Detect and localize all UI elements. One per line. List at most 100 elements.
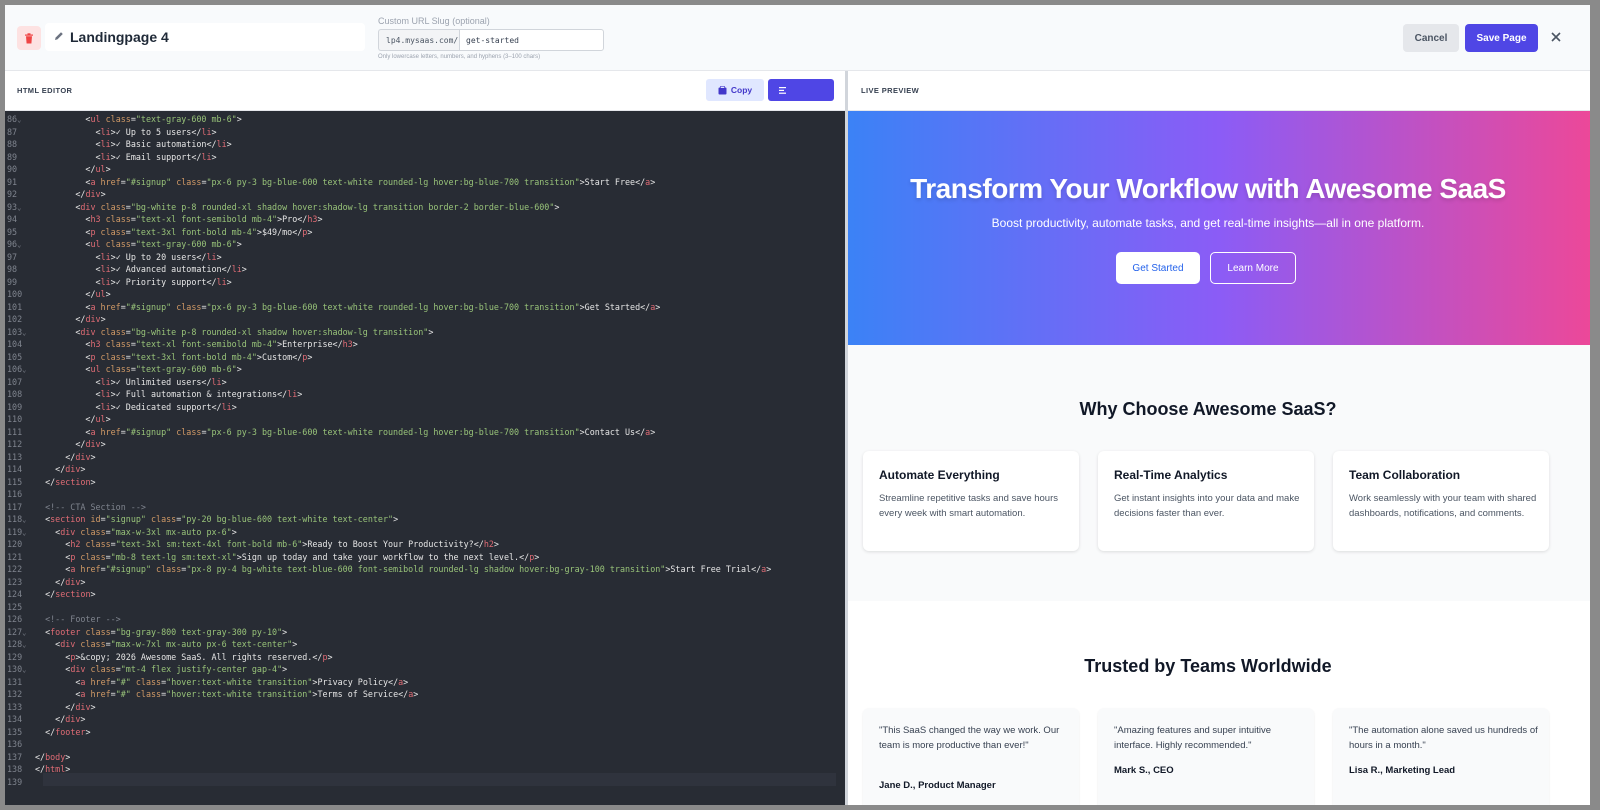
code-line[interactable]: 90 </ul>	[5, 163, 845, 176]
code-line[interactable]: 125	[5, 601, 845, 614]
code-line[interactable]: 94 <h3 class="text-xl font-semibold mb-4…	[5, 213, 845, 226]
code-line[interactable]: 99 <li>✓ Priority support</li>	[5, 276, 845, 289]
code-line[interactable]: 107 <li>✓ Unlimited users</li>	[5, 376, 845, 389]
code-line[interactable]: 127⌄ <footer class="bg-gray-800 text-gra…	[5, 626, 845, 639]
code-text: <li>✓ Advanced automation</li>	[95, 264, 247, 274]
code-line[interactable]: 98 <li>✓ Advanced automation</li>	[5, 263, 845, 276]
code-line[interactable]: 128⌄ <div class="max-w-7xl mx-auto px-6 …	[5, 638, 845, 651]
code-line[interactable]: 93⌄ <div class="bg-white p-8 rounded-xl …	[5, 201, 845, 214]
format-button[interactable]	[768, 79, 834, 101]
code-editor[interactable]: 86⌄ <ul class="text-gray-600 mb-6"> 87 <l…	[5, 111, 845, 805]
code-text: <li>✓ Basic automation</li>	[95, 139, 232, 149]
fold-chevron-icon[interactable]: ⌄	[22, 629, 26, 637]
fold-chevron-icon[interactable]: ⌄	[22, 366, 26, 374]
fold-chevron-icon[interactable]: ⌄	[17, 241, 21, 249]
get-started-button[interactable]: Get Started	[1116, 252, 1200, 284]
code-text: <li>✓ Email support</li>	[95, 151, 217, 162]
code-line[interactable]: 100 </ul>	[5, 288, 845, 301]
delete-page-button[interactable]	[17, 26, 41, 50]
page-name-field[interactable]: Landingpage 4	[45, 23, 365, 51]
code-line[interactable]: 112 </div>	[5, 438, 845, 451]
code-text: <div class="max-w-3xl mx-auto px-6">	[55, 526, 237, 537]
code-line[interactable]: 101 <a href="#signup" class="px-6 py-3 b…	[5, 301, 845, 314]
code-line[interactable]: 96⌄ <ul class="text-gray-600 mb-6">	[5, 238, 845, 251]
code-line[interactable]: 130⌄ <div class="mt-4 flex justify-cente…	[5, 663, 845, 676]
code-line[interactable]: 91 <a href="#signup" class="px-6 py-3 bg…	[5, 176, 845, 189]
code-line[interactable]: 104 <h3 class="text-xl font-semibold mb-…	[5, 338, 845, 351]
line-number: 127⌄	[7, 626, 27, 637]
code-line[interactable]: 87 <li>✓ Up to 5 users</li>	[5, 126, 845, 139]
code-line[interactable]: 114 </div>	[5, 463, 845, 476]
code-text: </html>	[35, 764, 71, 774]
save-page-button[interactable]: Save Page	[1465, 24, 1538, 52]
feature-card: Real-Time Analytics Get instant insights…	[1098, 451, 1314, 551]
code-line[interactable]: 134 </div>	[5, 713, 845, 726]
code-line[interactable]: 86⌄ <ul class="text-gray-600 mb-6">	[5, 113, 845, 126]
code-line[interactable]: 126 <!-- Footer -->	[5, 613, 845, 626]
code-line[interactable]: 133 </div>	[5, 701, 845, 714]
hero-subtitle: Boost productivity, automate tasks, and …	[991, 216, 1425, 230]
code-line[interactable]: 97 <li>✓ Up to 20 users</li>	[5, 251, 845, 264]
fold-chevron-icon[interactable]: ⌄	[22, 516, 26, 524]
slug-input[interactable]	[459, 29, 604, 51]
code-line[interactable]: 132 <a href="#" class="hover:text-white …	[5, 688, 845, 701]
line-number: 129	[7, 651, 23, 662]
fold-chevron-icon[interactable]: ⌄	[22, 641, 26, 649]
code-line[interactable]: 103⌄ <div class="bg-white p-8 rounded-xl…	[5, 326, 845, 339]
code-line[interactable]: 111 <a href="#signup" class="px-6 py-3 b…	[5, 426, 845, 439]
live-preview-panel: LIVE PREVIEW Transform Your Workflow wit…	[848, 71, 1590, 805]
testimonials-title: Trusted by Teams Worldwide	[1084, 656, 1332, 676]
cancel-button[interactable]: Cancel	[1403, 24, 1459, 52]
code-line[interactable]: 102 </div>	[5, 313, 845, 326]
fold-chevron-icon[interactable]: ⌄	[22, 666, 26, 674]
line-number: 112	[7, 439, 23, 449]
line-number: 120	[7, 539, 23, 549]
testimonial-card: "Amazing features and super intuitive in…	[1098, 708, 1314, 805]
code-line[interactable]: 105 <p class="text-3xl font-bold mb-4">C…	[5, 351, 845, 364]
code-line[interactable]: 109 <li>✓ Dedicated support</li>	[5, 401, 845, 414]
feature-text: Get instant insights into your data and …	[1114, 493, 1300, 519]
code-line[interactable]: 139	[5, 776, 845, 789]
line-number: 102	[7, 314, 23, 324]
code-line[interactable]: 119⌄ <div class="max-w-3xl mx-auto px-6"…	[5, 526, 845, 539]
code-line[interactable]: 131 <a href="#" class="hover:text-white …	[5, 676, 845, 689]
code-line[interactable]: 136	[5, 738, 845, 751]
code-text: <p class="text-3xl font-bold mb-4">$49/m…	[85, 226, 313, 237]
code-line[interactable]: 124 </section>	[5, 588, 845, 601]
code-text: <li>✓ Dedicated support</li>	[95, 401, 237, 412]
code-line[interactable]: 110 </ul>	[5, 413, 845, 426]
code-line[interactable]: 116	[5, 488, 845, 501]
code-line[interactable]: 115 </section>	[5, 476, 845, 489]
code-line[interactable]: 135 </footer>	[5, 726, 845, 739]
code-line[interactable]: 118⌄ <section id="signup" class="py-20 b…	[5, 513, 845, 526]
preview-title: LIVE PREVIEW	[861, 86, 920, 95]
code-line[interactable]: 121 <p class="mb-8 text-lg sm:text-xl">S…	[5, 551, 845, 564]
code-line[interactable]: 138 </html>	[5, 763, 845, 776]
fold-chevron-icon[interactable]: ⌄	[17, 116, 21, 124]
testimonial-quote: "The automation alone saved us hundreds …	[1349, 725, 1538, 751]
line-number: 115	[7, 476, 23, 487]
close-icon[interactable]	[1548, 29, 1564, 45]
code-line[interactable]: 88 <li>✓ Basic automation</li>	[5, 138, 845, 151]
code-text: </div>	[55, 714, 86, 724]
fold-chevron-icon[interactable]: ⌄	[22, 329, 26, 337]
fold-chevron-icon[interactable]: ⌄	[17, 204, 21, 212]
copy-button[interactable]: Copy	[706, 79, 764, 101]
code-line[interactable]: 117 <!-- CTA Section -->	[5, 501, 845, 514]
code-line[interactable]: 122 <a href="#signup" class="px-8 py-4 b…	[5, 563, 845, 576]
code-text: </ul>	[85, 414, 111, 424]
line-number: 101	[7, 301, 23, 312]
code-line[interactable]: 113 </div>	[5, 451, 845, 464]
code-line[interactable]: 95 <p class="text-3xl font-bold mb-4">$4…	[5, 226, 845, 239]
fold-chevron-icon[interactable]: ⌄	[22, 529, 26, 537]
code-line[interactable]: 137 </body>	[5, 751, 845, 764]
line-number: 91	[7, 176, 18, 187]
code-line[interactable]: 123 </div>	[5, 576, 845, 589]
code-line[interactable]: 106⌄ <ul class="text-gray-600 mb-6">	[5, 363, 845, 376]
learn-more-button[interactable]: Learn More	[1210, 252, 1296, 284]
code-line[interactable]: 129 <p>&copy; 2026 Awesome SaaS. All rig…	[5, 651, 845, 664]
code-line[interactable]: 92 </div>	[5, 188, 845, 201]
code-line[interactable]: 89 <li>✓ Email support</li>	[5, 151, 845, 164]
code-line[interactable]: 108 <li>✓ Full automation & integrations…	[5, 388, 845, 401]
code-line[interactable]: 120 <h2 class="text-3xl sm:text-4xl font…	[5, 538, 845, 551]
